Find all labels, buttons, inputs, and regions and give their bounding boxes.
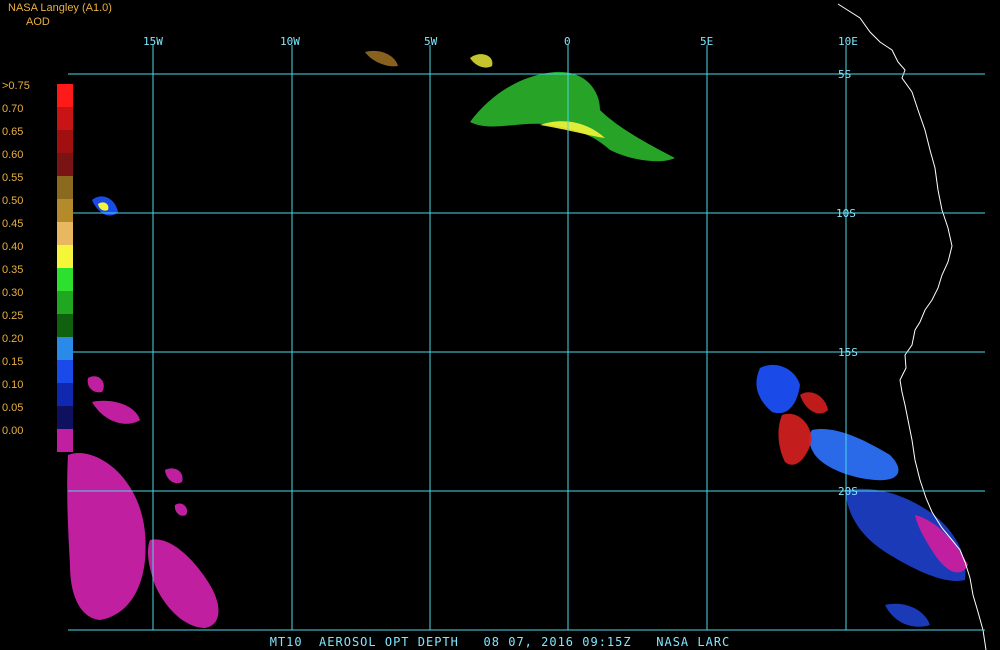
legend-swatch: [57, 337, 73, 360]
legend-swatch: [57, 268, 73, 291]
legend-swatch: [57, 245, 73, 268]
legend-label: 0.45: [2, 218, 24, 230]
aerosol-field: [67, 50, 968, 628]
legend-swatch: [57, 291, 73, 314]
legend-label: 0.35: [2, 264, 24, 276]
legend-label: 0.05: [2, 402, 24, 414]
lat-label-20s: 20S: [838, 485, 858, 498]
longitude-labels: 15W 10W 5W 0 5E 10E: [143, 35, 858, 48]
legend-label: 0.65: [2, 126, 24, 138]
footer-caption: MT10 AEROSOL OPT DEPTH 08 07, 2016 09:15…: [269, 635, 731, 649]
legend-label: 0.25: [2, 310, 24, 322]
legend-label: 0.50: [2, 195, 24, 207]
lon-label-15w: 15W: [143, 35, 163, 48]
lon-label-5w: 5W: [424, 35, 438, 48]
aod-map-view: 15W 10W 5W 0 5E 10E 5S 10S 15S 20S NASA …: [0, 0, 1000, 650]
legend-swatch: [57, 406, 73, 429]
lon-label-10e: 10E: [838, 35, 858, 48]
legend-swatch: [57, 314, 73, 337]
legend-label: 0.70: [2, 103, 24, 115]
legend-swatch: [57, 107, 73, 130]
lon-label-0: 0: [564, 35, 571, 48]
legend-label: 0.40: [2, 241, 24, 253]
graticule: [68, 45, 985, 631]
legend-label: 0.20: [2, 333, 24, 345]
legend-swatch: [57, 153, 73, 176]
lon-label-5e: 5E: [700, 35, 713, 48]
legend-swatch: [57, 84, 73, 107]
lat-label-10s: 10S: [836, 207, 856, 220]
legend-label: >0.75: [2, 80, 30, 92]
lon-label-10w: 10W: [280, 35, 300, 48]
legend-label: 0.60: [2, 149, 24, 161]
unit-label: AOD: [26, 16, 50, 28]
legend-label: 0.15: [2, 356, 24, 368]
legend-swatch: [57, 130, 73, 153]
legend-swatch: [57, 176, 73, 199]
product-title: NASA Langley (A1.0): [8, 2, 112, 14]
aerosol-map: 15W 10W 5W 0 5E 10E 5S 10S 15S 20S: [67, 3, 987, 650]
legend-swatch: [57, 383, 73, 406]
legend-label: 0.55: [2, 172, 24, 184]
legend-label: 0.00: [2, 425, 24, 437]
legend-swatch: [57, 222, 73, 245]
legend-label: 0.30: [2, 287, 24, 299]
legend-swatch: [57, 429, 73, 452]
lat-label-5s: 5S: [838, 68, 851, 81]
lat-label-15s: 15S: [838, 346, 858, 359]
legend-swatch: [57, 199, 73, 222]
color-legend: >0.75 0.70 0.65 0.60 0.55 0.50 0.45 0.40 0.35 0.3…: [0, 76, 80, 452]
legend-label: 0.10: [2, 379, 24, 391]
legend-swatch: [57, 360, 73, 383]
